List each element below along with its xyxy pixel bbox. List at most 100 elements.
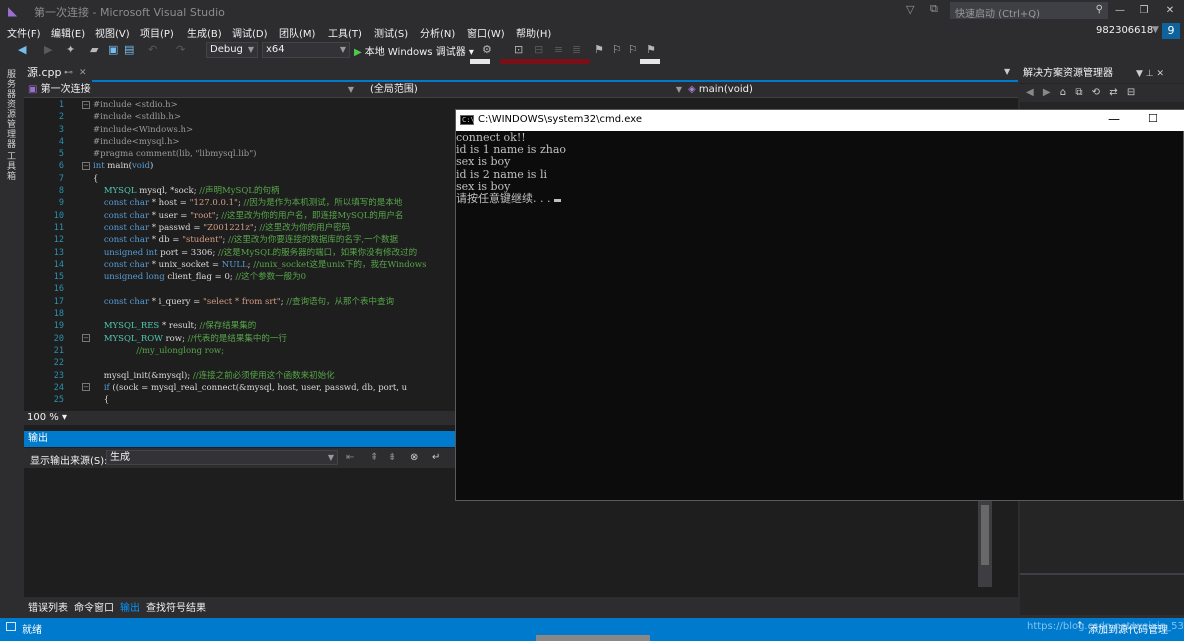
tab-command-window[interactable]: 命令窗口: [74, 599, 114, 614]
tab-list-dropdown-icon[interactable]: ▼: [1004, 67, 1010, 76]
collapse-icon[interactable]: −: [82, 334, 90, 342]
toolbox-tab[interactable]: 工具箱: [4, 151, 17, 181]
code-token: //因为是作为本机测试，所以填写的是本地: [243, 198, 403, 209]
solution-config-select[interactable]: Debug ▼: [206, 42, 258, 58]
menu-help[interactable]: 帮助(H): [516, 25, 551, 40]
menu-build[interactable]: 生成(B): [187, 25, 222, 40]
account-badge[interactable]: 9: [1162, 23, 1180, 39]
menu-tools[interactable]: 工具(T): [328, 25, 362, 40]
document-tab[interactable]: 源.cpp ⊷ ✕: [24, 65, 92, 82]
panel-divider[interactable]: [1020, 573, 1184, 575]
save-icon[interactable]: ▣: [108, 42, 118, 58]
collapse-icon[interactable]: −: [82, 162, 90, 170]
restore-icon[interactable]: ❐: [1134, 3, 1154, 19]
step-icon[interactable]: ⊡: [514, 42, 523, 58]
collapse-icon[interactable]: −: [82, 101, 90, 109]
collapse-icon[interactable]: −: [82, 383, 90, 391]
pin-icon[interactable]: ⊷: [64, 65, 73, 81]
comment-icon[interactable]: ≡: [554, 42, 563, 58]
go-to-previous-icon[interactable]: ⇞: [370, 452, 378, 463]
zoom-level-dropdown[interactable]: 100 % ▾: [27, 412, 67, 423]
output-scrollbar-thumb[interactable]: [981, 505, 989, 565]
redo-icon[interactable]: ↷: [176, 42, 185, 58]
maximize-icon[interactable]: ☐: [1148, 112, 1158, 125]
menu-project[interactable]: 项目(P): [140, 25, 174, 40]
back-icon[interactable]: ◀: [18, 42, 26, 58]
browser-link-icon[interactable]: ⚙: [482, 42, 492, 58]
code-token: //这里改为你的用户密码: [259, 222, 351, 233]
output-source-select[interactable]: 生成 ▼: [106, 450, 338, 465]
document-tab-label: 源.cpp: [27, 66, 62, 79]
find-message-icon[interactable]: ⇤: [346, 452, 354, 463]
code-token: ((sock = mysql_real_connect(&mysql, host…: [109, 382, 408, 393]
undo-icon[interactable]: ↶: [148, 42, 157, 58]
account-name[interactable]: 982306618: [1096, 25, 1153, 36]
forward-icon[interactable]: ▶: [1043, 87, 1051, 98]
tab-output[interactable]: 输出: [120, 599, 140, 614]
menu-edit[interactable]: 编辑(E): [51, 25, 85, 40]
back-icon[interactable]: ◀: [1026, 87, 1034, 98]
prev-bookmark-icon[interactable]: ⚐: [612, 42, 622, 58]
uncomment-icon[interactable]: ≣: [572, 42, 581, 58]
menu-view[interactable]: 视图(V): [95, 25, 130, 40]
status-text: 就绪: [22, 625, 42, 636]
solution-platform-select[interactable]: x64 ▼: [262, 42, 350, 58]
forward-icon[interactable]: ▶: [44, 42, 52, 58]
next-bookmark-icon[interactable]: ⚐: [628, 42, 638, 58]
console-output[interactable]: connect ok!! id is 1 name is zhao sex is…: [456, 131, 1184, 500]
clear-bookmarks-icon[interactable]: ⚑: [646, 42, 656, 58]
home-icon[interactable]: ⌂: [1060, 87, 1066, 98]
close-icon[interactable]: ✕: [1157, 69, 1165, 79]
menu-analyze[interactable]: 分析(N): [420, 25, 455, 40]
minimize-icon[interactable]: —: [1108, 112, 1120, 126]
solution-explorer-toolbar: ◀ ▶ ⌂ ⧉ ⟲ ⇄ ⊟: [1020, 84, 1184, 102]
minimize-icon[interactable]: —: [1110, 3, 1130, 19]
toggle-bookmark-icon[interactable]: ⚑: [594, 42, 604, 58]
member-nav-dropdown[interactable]: ◈ main(void): [688, 83, 1008, 97]
horizontal-scroll-thumb[interactable]: [536, 635, 650, 641]
go-to-next-icon[interactable]: ⇟: [388, 452, 396, 463]
menu-file[interactable]: 文件(F): [7, 25, 41, 40]
notifications-filter-icon[interactable]: ▽: [906, 3, 914, 16]
close-icon[interactable]: ✕: [1160, 3, 1180, 19]
code-line: const char * i_query = "select * from sr…: [93, 296, 463, 308]
code-editor[interactable]: #include <stdio.h> #include <stdlib.h> #in…: [93, 99, 463, 406]
console-window[interactable]: C:\ C:\WINDOWS\system32\cmd.exe — ☐ conn…: [455, 109, 1184, 501]
pin-icon[interactable]: ⊥: [1146, 69, 1154, 79]
visual-studio-logo-icon: ◣: [8, 4, 18, 18]
server-explorer-tab[interactable]: 服务器资源管理器: [4, 69, 17, 149]
switch-views-icon[interactable]: ⧉: [1075, 87, 1082, 98]
feedback-icon[interactable]: ⧉: [930, 2, 938, 16]
new-project-icon[interactable]: ✦: [66, 42, 75, 58]
scope-nav-value: (全局范围): [370, 84, 418, 95]
sync-icon[interactable]: ⇄: [1109, 87, 1117, 98]
pending-changes-icon[interactable]: ⟲: [1092, 87, 1100, 98]
tab-find-symbol-results[interactable]: 查找符号结果: [146, 599, 206, 614]
console-title-bar[interactable]: C:\ C:\WINDOWS\system32\cmd.exe — ☐: [456, 110, 1184, 131]
scope-nav-dropdown[interactable]: (全局范围) ▼: [370, 83, 682, 97]
line-number: 14: [53, 259, 64, 270]
bookmark-icon[interactable]: ⊟: [534, 42, 543, 58]
tab-error-list[interactable]: 错误列表: [28, 599, 68, 614]
menu-team[interactable]: 团队(M): [279, 25, 315, 40]
toggle-word-wrap-icon[interactable]: ↵: [432, 452, 440, 463]
code-token: mysql_init(&mysql);: [93, 370, 193, 381]
save-all-icon[interactable]: ▤: [124, 42, 134, 58]
account-dropdown-icon[interactable]: ▼: [1152, 25, 1159, 35]
menu-debug[interactable]: 调试(D): [232, 25, 268, 40]
menu-window[interactable]: 窗口(W): [467, 25, 505, 40]
console-line: sex is boy: [456, 155, 511, 169]
quick-launch-input[interactable]: 快速启动 (Ctrl+Q) ⚲: [950, 2, 1108, 20]
panel-menu-icon[interactable]: ▼: [1136, 69, 1143, 79]
close-tab-icon[interactable]: ✕: [79, 65, 87, 81]
collapse-all-icon[interactable]: ⊟: [1127, 87, 1135, 98]
clear-all-icon[interactable]: ⊗: [410, 452, 418, 463]
menu-test[interactable]: 测试(S): [374, 25, 408, 40]
start-debugging-button[interactable]: ▶ 本地 Windows 调试器 ▾: [354, 43, 474, 58]
project-nav-dropdown[interactable]: ▣ 第一次连接 ▼: [28, 83, 354, 97]
code-line: const char * db = "student"; //这里改为你要连接的…: [93, 234, 463, 246]
open-file-icon[interactable]: ▰: [90, 42, 98, 58]
